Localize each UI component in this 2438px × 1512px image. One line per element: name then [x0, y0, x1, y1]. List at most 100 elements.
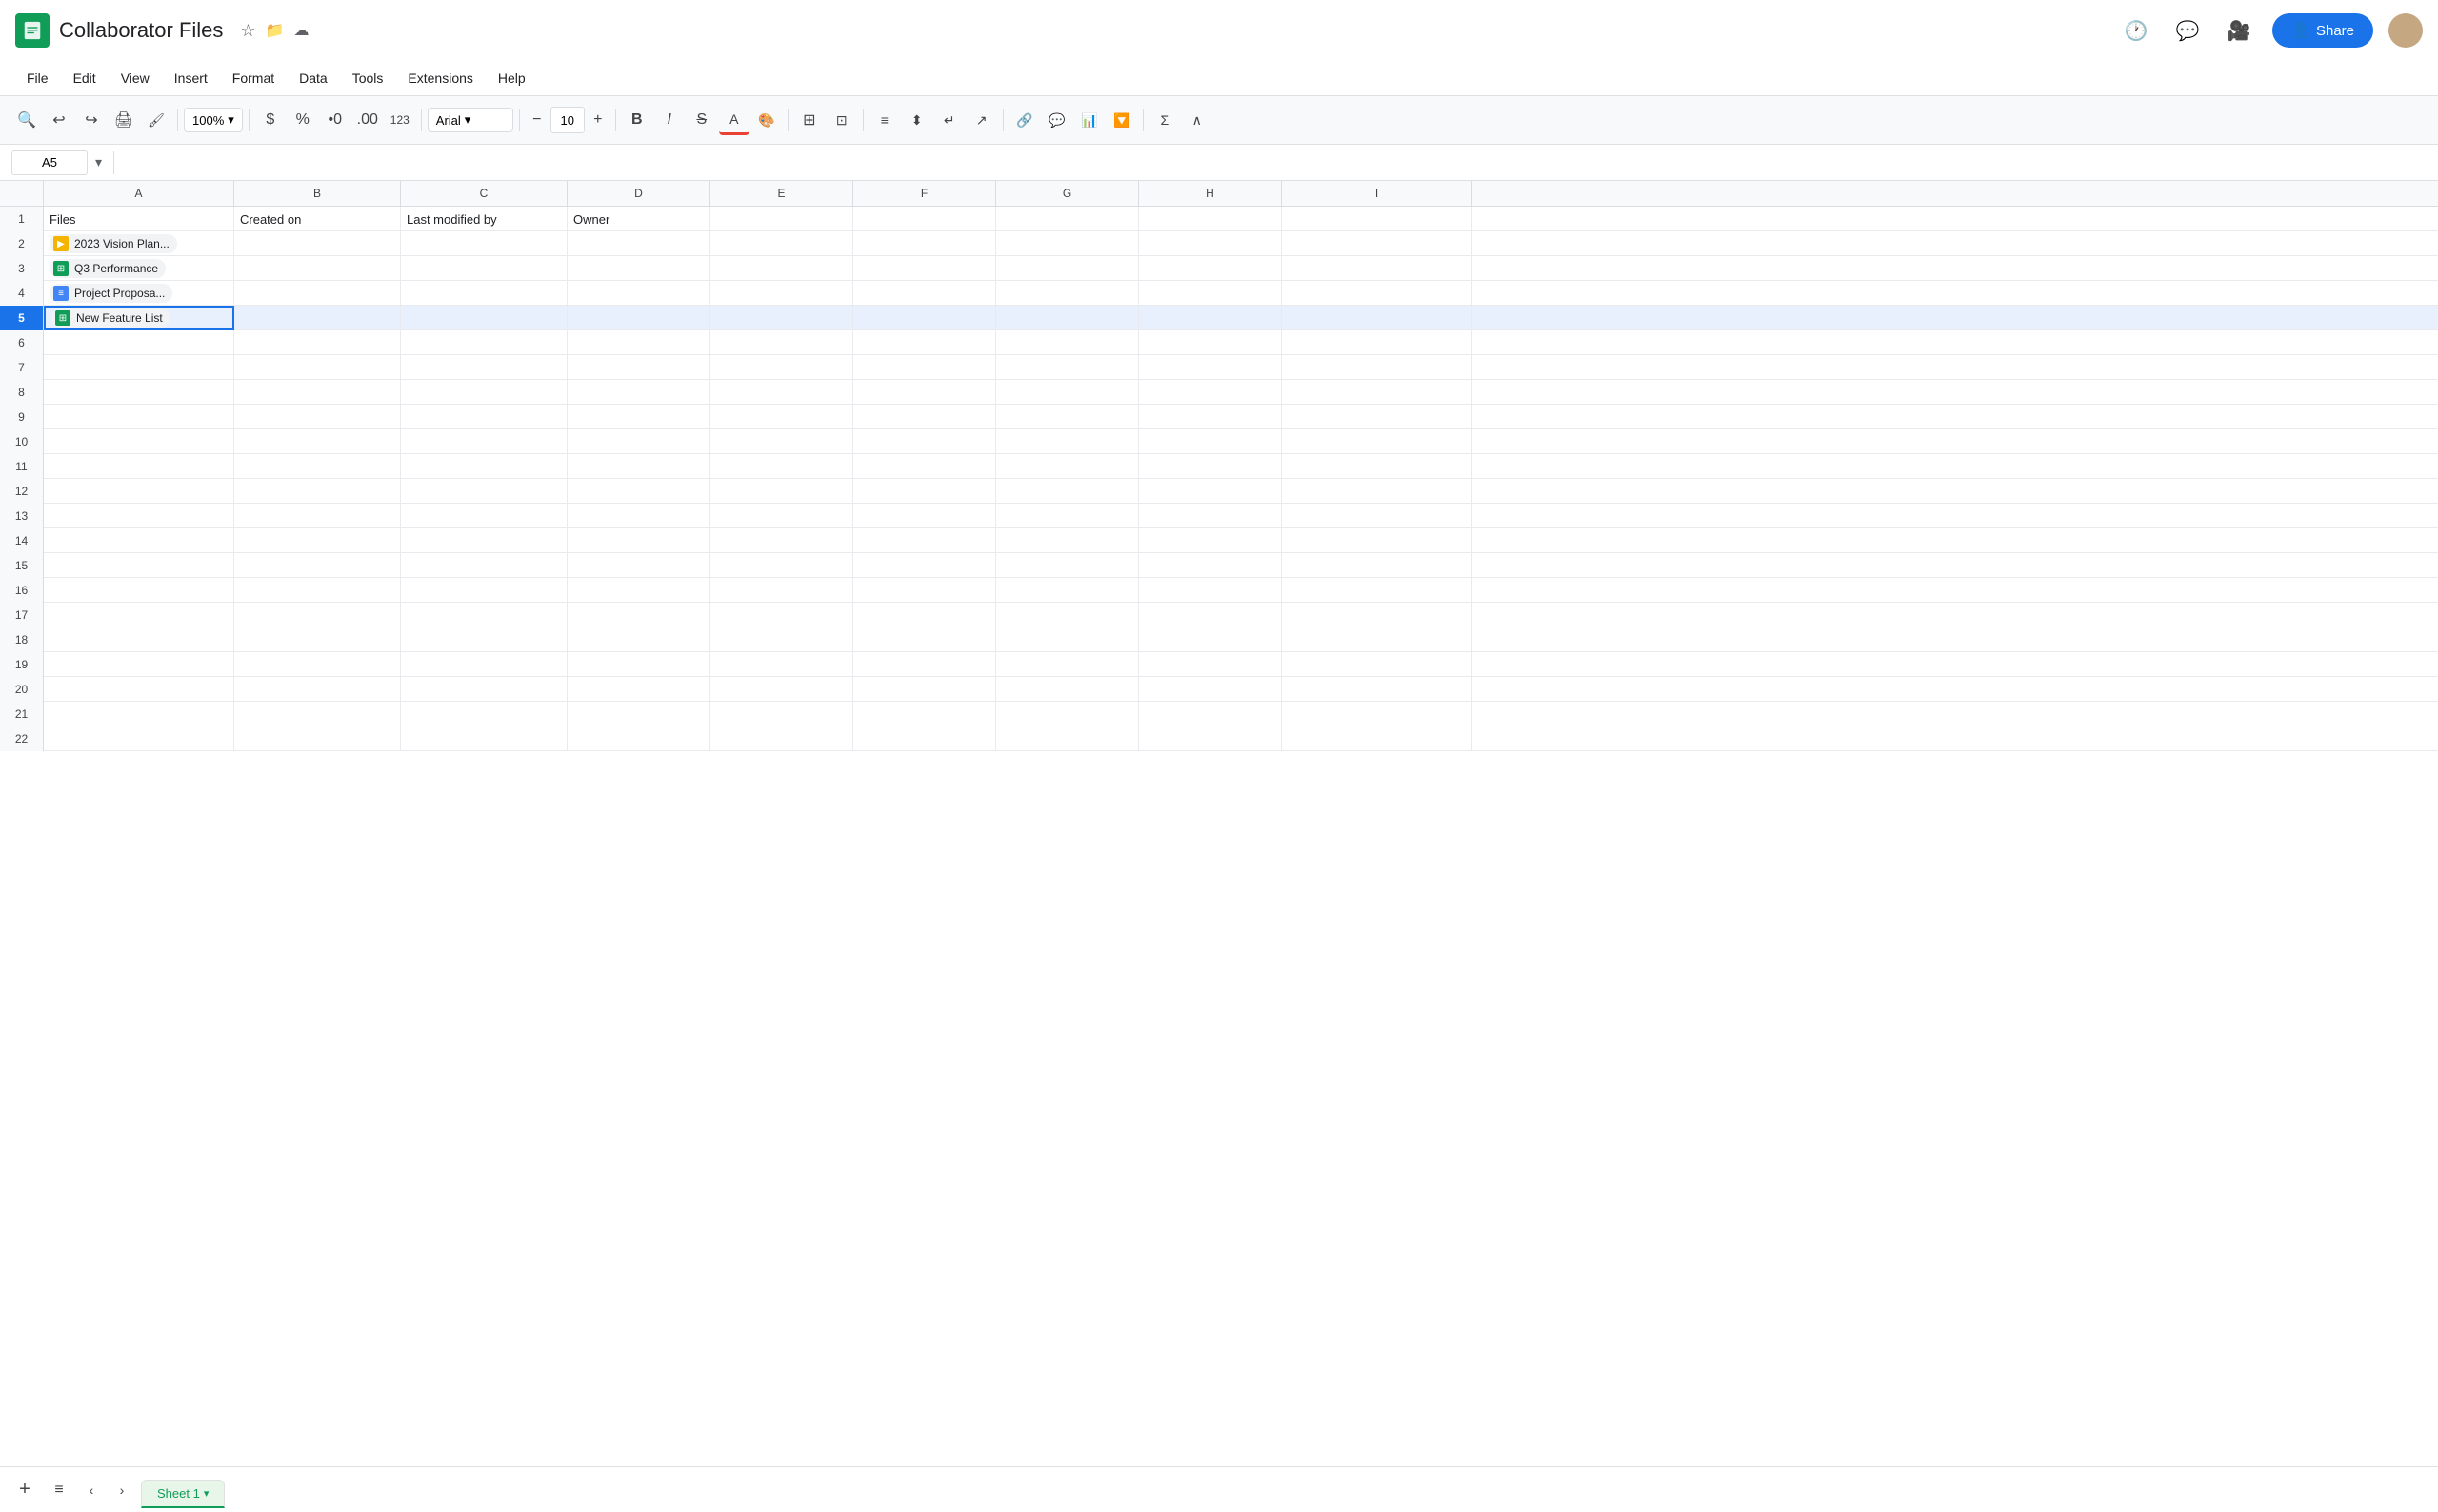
- menu-file[interactable]: File: [15, 67, 60, 90]
- cell-g14[interactable]: [996, 528, 1139, 553]
- cell-i19[interactable]: [1282, 652, 1472, 677]
- cell-e12[interactable]: [710, 479, 853, 504]
- cell-f13[interactable]: [853, 504, 996, 528]
- cell-f15[interactable]: [853, 553, 996, 578]
- cell-f19[interactable]: [853, 652, 996, 677]
- cell-b12[interactable]: [234, 479, 401, 504]
- sheet-tab-sheet1[interactable]: Sheet 1 ▾: [141, 1480, 225, 1508]
- cell-c13[interactable]: [401, 504, 568, 528]
- cell-i16[interactable]: [1282, 578, 1472, 603]
- cell-g7[interactable]: [996, 355, 1139, 380]
- cell-i12[interactable]: [1282, 479, 1472, 504]
- cell-a19[interactable]: [44, 652, 234, 677]
- cell-f14[interactable]: [853, 528, 996, 553]
- font-selector[interactable]: Arial ▾: [428, 108, 513, 132]
- cell-g15[interactable]: [996, 553, 1139, 578]
- functions-button[interactable]: Σ: [1149, 105, 1180, 135]
- cell-g10[interactable]: [996, 429, 1139, 454]
- cell-b16[interactable]: [234, 578, 401, 603]
- cell-c22[interactable]: [401, 726, 568, 751]
- cell-a17[interactable]: [44, 603, 234, 627]
- add-sheet-button[interactable]: +: [11, 1477, 38, 1503]
- drive-icon[interactable]: 📁: [266, 21, 285, 40]
- cell-e19[interactable]: [710, 652, 853, 677]
- cell-h1[interactable]: [1139, 207, 1282, 231]
- cell-i18[interactable]: [1282, 627, 1472, 652]
- cell-g3[interactable]: [996, 256, 1139, 281]
- cell-e17[interactable]: [710, 603, 853, 627]
- cell-f8[interactable]: [853, 380, 996, 405]
- cell-h16[interactable]: [1139, 578, 1282, 603]
- zoom-selector[interactable]: 100% ▾: [184, 108, 243, 132]
- cell-d21[interactable]: [568, 702, 710, 726]
- cell-d8[interactable]: [568, 380, 710, 405]
- cell-h7[interactable]: [1139, 355, 1282, 380]
- cell-a10[interactable]: [44, 429, 234, 454]
- cell-g8[interactable]: [996, 380, 1139, 405]
- cell-h11[interactable]: [1139, 454, 1282, 479]
- search-button[interactable]: 🔍: [11, 105, 42, 135]
- cell-b19[interactable]: [234, 652, 401, 677]
- cell-a21[interactable]: [44, 702, 234, 726]
- cell-b5[interactable]: [234, 306, 401, 330]
- cell-e9[interactable]: [710, 405, 853, 429]
- align-button[interactable]: ≡: [869, 105, 900, 135]
- cell-c4[interactable]: [401, 281, 568, 306]
- cell-d4[interactable]: [568, 281, 710, 306]
- col-header-e[interactable]: E: [710, 181, 853, 206]
- formula-expand-icon[interactable]: ▾: [95, 154, 102, 170]
- cell-a6[interactable]: [44, 330, 234, 355]
- strikethrough-button[interactable]: S: [687, 105, 717, 135]
- cell-h14[interactable]: [1139, 528, 1282, 553]
- cell-e15[interactable]: [710, 553, 853, 578]
- cell-c12[interactable]: [401, 479, 568, 504]
- cell-g11[interactable]: [996, 454, 1139, 479]
- cell-d11[interactable]: [568, 454, 710, 479]
- cell-d17[interactable]: [568, 603, 710, 627]
- cell-d22[interactable]: [568, 726, 710, 751]
- cell-i5[interactable]: [1282, 306, 1472, 330]
- decrease-decimal-button[interactable]: •0: [320, 105, 350, 135]
- cell-f22[interactable]: [853, 726, 996, 751]
- cell-b1[interactable]: Created on: [234, 207, 401, 231]
- cell-g5[interactable]: [996, 306, 1139, 330]
- cell-c5[interactable]: [401, 306, 568, 330]
- cell-a20[interactable]: [44, 677, 234, 702]
- cell-a14[interactable]: [44, 528, 234, 553]
- menu-view[interactable]: View: [110, 67, 161, 90]
- cell-f21[interactable]: [853, 702, 996, 726]
- cell-i8[interactable]: [1282, 380, 1472, 405]
- col-header-d[interactable]: D: [568, 181, 710, 206]
- cell-f4[interactable]: [853, 281, 996, 306]
- cell-i3[interactable]: [1282, 256, 1472, 281]
- cell-b11[interactable]: [234, 454, 401, 479]
- cell-a3[interactable]: ⊞ Q3 Performance: [44, 256, 234, 281]
- cell-a9[interactable]: [44, 405, 234, 429]
- cell-b21[interactable]: [234, 702, 401, 726]
- cell-b10[interactable]: [234, 429, 401, 454]
- cell-b22[interactable]: [234, 726, 401, 751]
- cell-h18[interactable]: [1139, 627, 1282, 652]
- filter-button[interactable]: 🔽: [1107, 105, 1137, 135]
- cell-f17[interactable]: [853, 603, 996, 627]
- cell-e2[interactable]: [710, 231, 853, 256]
- undo-button[interactable]: ↩: [44, 105, 74, 135]
- cell-f7[interactable]: [853, 355, 996, 380]
- col-header-h[interactable]: H: [1139, 181, 1282, 206]
- cell-a4[interactable]: ≡ Project Proposa...: [44, 281, 234, 306]
- cell-a2[interactable]: ▶ 2023 Vision Plan...: [44, 231, 234, 256]
- cell-h22[interactable]: [1139, 726, 1282, 751]
- italic-button[interactable]: I: [654, 105, 685, 135]
- cell-h3[interactable]: [1139, 256, 1282, 281]
- cell-a12[interactable]: [44, 479, 234, 504]
- cell-e6[interactable]: [710, 330, 853, 355]
- cloud-save-icon[interactable]: ☁: [293, 21, 309, 40]
- cell-c10[interactable]: [401, 429, 568, 454]
- cell-f6[interactable]: [853, 330, 996, 355]
- redo-button[interactable]: ↪: [76, 105, 107, 135]
- cell-g20[interactable]: [996, 677, 1139, 702]
- cell-a8[interactable]: [44, 380, 234, 405]
- col-header-b[interactable]: B: [234, 181, 401, 206]
- sheet-tab-dropdown-icon[interactable]: ▾: [204, 1487, 210, 1500]
- cell-i6[interactable]: [1282, 330, 1472, 355]
